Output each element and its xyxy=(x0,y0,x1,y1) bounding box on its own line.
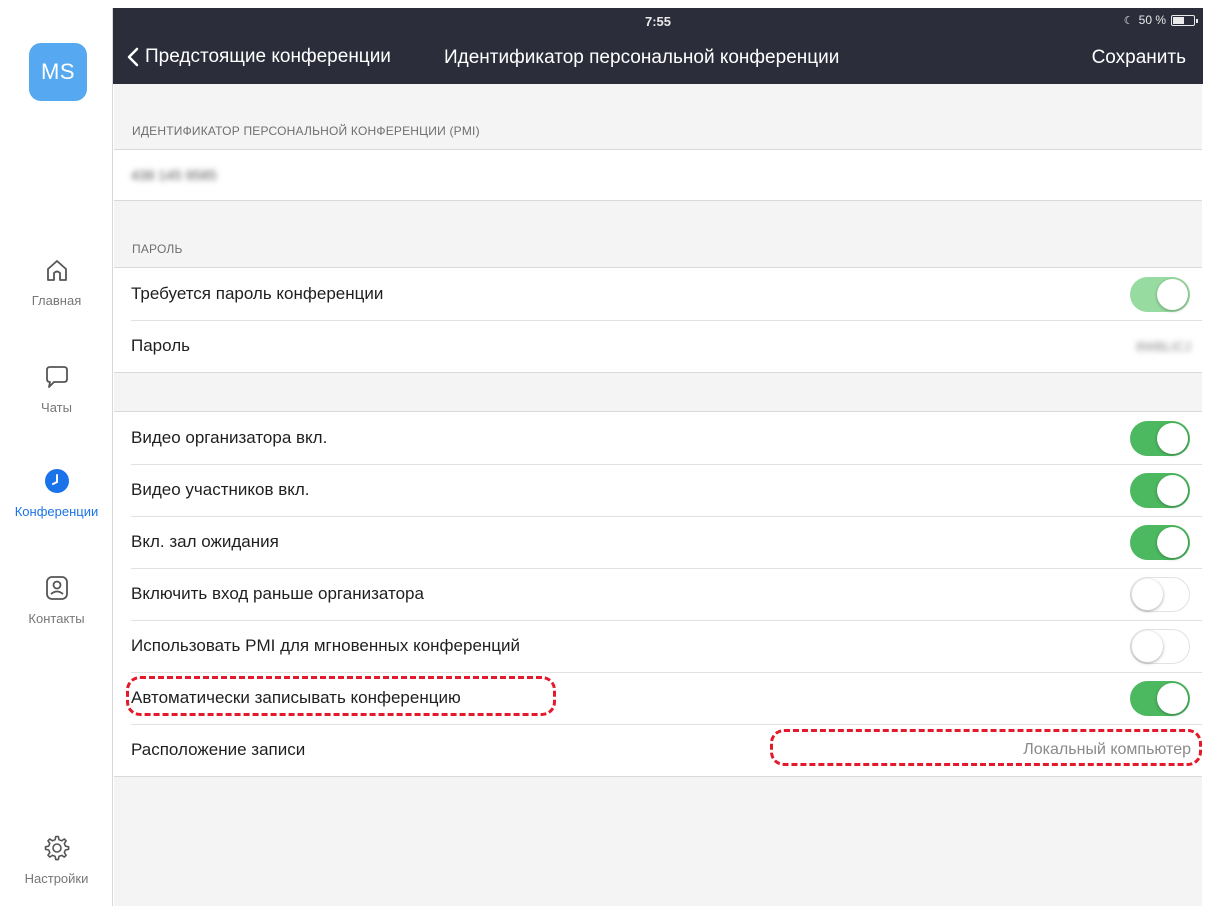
option-row: Видео участников вкл. xyxy=(114,464,1202,516)
host-video-toggle[interactable] xyxy=(1130,421,1190,456)
status-indicators: ☾ 50 % xyxy=(1123,13,1198,27)
sidebar-item-chats[interactable]: Чаты xyxy=(0,362,113,415)
use-pmi-instant-label: Использовать PMI для мгновенных конферен… xyxy=(131,636,521,655)
join-before-host-label: Включить вход раньше организатора xyxy=(131,584,424,603)
right-edge xyxy=(1202,84,1208,906)
use-pmi-instant-toggle[interactable] xyxy=(1130,629,1190,664)
option-row: Видео организатора вкл. xyxy=(114,412,1202,464)
options-group: Видео организатора вкл. Видео участников… xyxy=(114,411,1202,777)
section-header-password: ПАРОЛЬ xyxy=(132,242,183,256)
password-label: Пароль xyxy=(131,336,190,355)
pmi-row: 438 145 9585 xyxy=(114,150,1202,200)
participant-video-toggle[interactable] xyxy=(1130,473,1190,508)
option-row: Автоматически записывать конференцию xyxy=(114,672,1202,724)
moon-icon: ☾ xyxy=(1123,14,1134,27)
sidebar-item-label: Конференции xyxy=(14,504,99,519)
settings-content: ИДЕНТИФИКАТОР ПЕРСОНАЛЬНОЙ КОНФЕРЕНЦИИ (… xyxy=(114,84,1208,906)
recording-location-label: Расположение записи xyxy=(131,740,306,759)
section-header-pmi: ИДЕНТИФИКАТОР ПЕРСОНАЛЬНОЙ КОНФЕРЕНЦИИ (… xyxy=(132,124,480,138)
waiting-room-toggle[interactable] xyxy=(1130,525,1190,560)
battery-icon xyxy=(1171,14,1198,26)
recording-location-row[interactable]: Расположение записи Локальный компьютер xyxy=(114,724,1202,776)
require-password-row: Требуется пароль конференции xyxy=(114,268,1202,320)
require-password-toggle[interactable] xyxy=(1130,277,1190,312)
participant-video-label: Видео участников вкл. xyxy=(131,480,310,499)
save-button[interactable]: Сохранить xyxy=(1092,47,1186,69)
password-group: Требуется пароль конференции Пароль 8WBL… xyxy=(114,267,1202,373)
sidebar-item-meetings[interactable]: Конференции xyxy=(0,466,113,519)
auto-record-label: Автоматически записывать конференцию xyxy=(131,688,461,707)
option-row: Включить вход раньше организатора xyxy=(114,568,1202,620)
require-password-label: Требуется пароль конференции xyxy=(131,284,384,303)
page-title: Идентификатор персональной конференции xyxy=(444,47,840,68)
back-button-label: Предстоящие конференции xyxy=(145,46,391,67)
pmi-group: 438 145 9585 xyxy=(114,149,1202,201)
battery-percent: 50 % xyxy=(1138,13,1166,27)
sidebar-item-contacts[interactable]: Контакты xyxy=(0,573,113,626)
clock-icon xyxy=(44,469,69,493)
chat-icon xyxy=(45,366,68,388)
sidebar-item-label: Настройки xyxy=(24,871,89,886)
host-video-label: Видео организатора вкл. xyxy=(131,428,328,447)
waiting-room-label: Вкл. зал ожидания xyxy=(131,532,279,551)
password-value: 8WBLICJ xyxy=(1136,338,1191,354)
sidebar-item-label: Чаты xyxy=(41,400,72,415)
password-row[interactable]: Пароль 8WBLICJ xyxy=(114,320,1202,372)
sidebar-item-label: Главная xyxy=(31,293,82,308)
avatar[interactable]: MS xyxy=(29,43,87,101)
gear-icon xyxy=(44,835,69,861)
navigation-bar: 7:55 ☾ 50 % Предстоящие конференции Иден… xyxy=(113,8,1208,84)
sidebar-item-label: Контакты xyxy=(28,611,85,626)
option-row: Вкл. зал ожидания xyxy=(114,516,1202,568)
chevron-left-icon xyxy=(127,47,139,67)
join-before-host-toggle[interactable] xyxy=(1130,577,1190,612)
pmi-value: 438 145 9585 xyxy=(131,167,217,183)
auto-record-toggle[interactable] xyxy=(1130,681,1190,716)
home-icon xyxy=(46,260,67,281)
back-button[interactable]: Предстоящие конференции xyxy=(127,46,391,68)
sidebar: MS Главная Чаты Конференции Контакты Нас… xyxy=(0,0,113,906)
sidebar-item-home[interactable]: Главная xyxy=(0,255,113,308)
contacts-icon xyxy=(45,576,68,600)
sidebar-item-settings[interactable]: Настройки xyxy=(0,833,113,886)
option-row: Использовать PMI для мгновенных конферен… xyxy=(114,620,1202,672)
recording-location-value: Локальный компьютер xyxy=(1023,741,1191,758)
status-time: 7:55 xyxy=(644,14,672,29)
